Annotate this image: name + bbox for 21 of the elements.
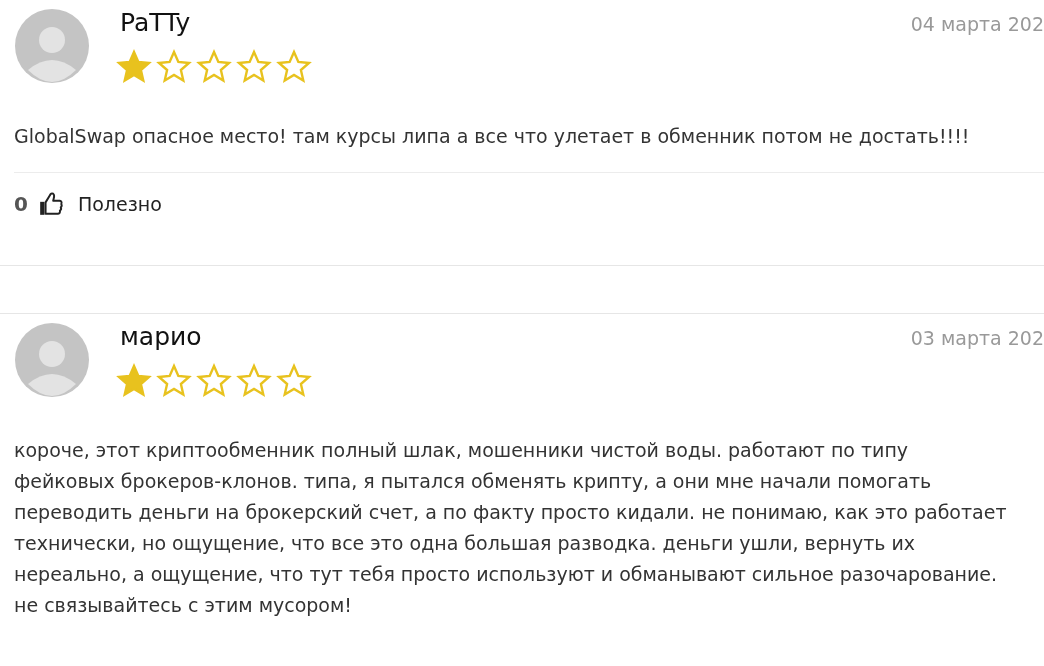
- author-name: PaTTy: [120, 8, 191, 37]
- thumbs-up-icon[interactable]: [37, 191, 64, 217]
- star-icon: [156, 49, 192, 85]
- star-icon: [276, 49, 312, 85]
- star-icon: [236, 363, 272, 399]
- star-icon: [236, 49, 272, 85]
- avatar-icon: [14, 8, 90, 84]
- avatar-icon: [14, 322, 90, 398]
- review-date: 03 марта 202: [910, 327, 1044, 349]
- star-icon: [276, 363, 312, 399]
- star-icon: [196, 363, 232, 399]
- helpful-count: 0: [14, 192, 28, 216]
- helpful-button[interactable]: Полезно: [77, 193, 162, 215]
- star-icon: [196, 49, 232, 85]
- review-text: короче, этот криптообменник полный шлак, мошенники чистой воды. работают по типу фейковых брокеров-клонов. типа, я пытался обменять крипту, а они мне начали помогать переводить деньги на брокерский счет, а по факту просто кидали. не понимаю, как это работает технически, но ощущение, что все это одна большая разводка. деньги ушли, вернуть их нереально, а ощущение, что тут тебя просто используют и обманывают сильное разочарование. не связывайтесь с этим мусором!: [14, 438, 1008, 618]
- review-text: GlobalSwap опасное место! там курсы липа а все что улетает в обменник потом не достать!!!!: [14, 124, 971, 149]
- star-icon: [156, 363, 192, 399]
- author-name: марио: [120, 322, 202, 351]
- review-date: 04 марта 202: [910, 13, 1044, 35]
- star-icon: [116, 49, 152, 85]
- star-icon: [116, 363, 152, 399]
